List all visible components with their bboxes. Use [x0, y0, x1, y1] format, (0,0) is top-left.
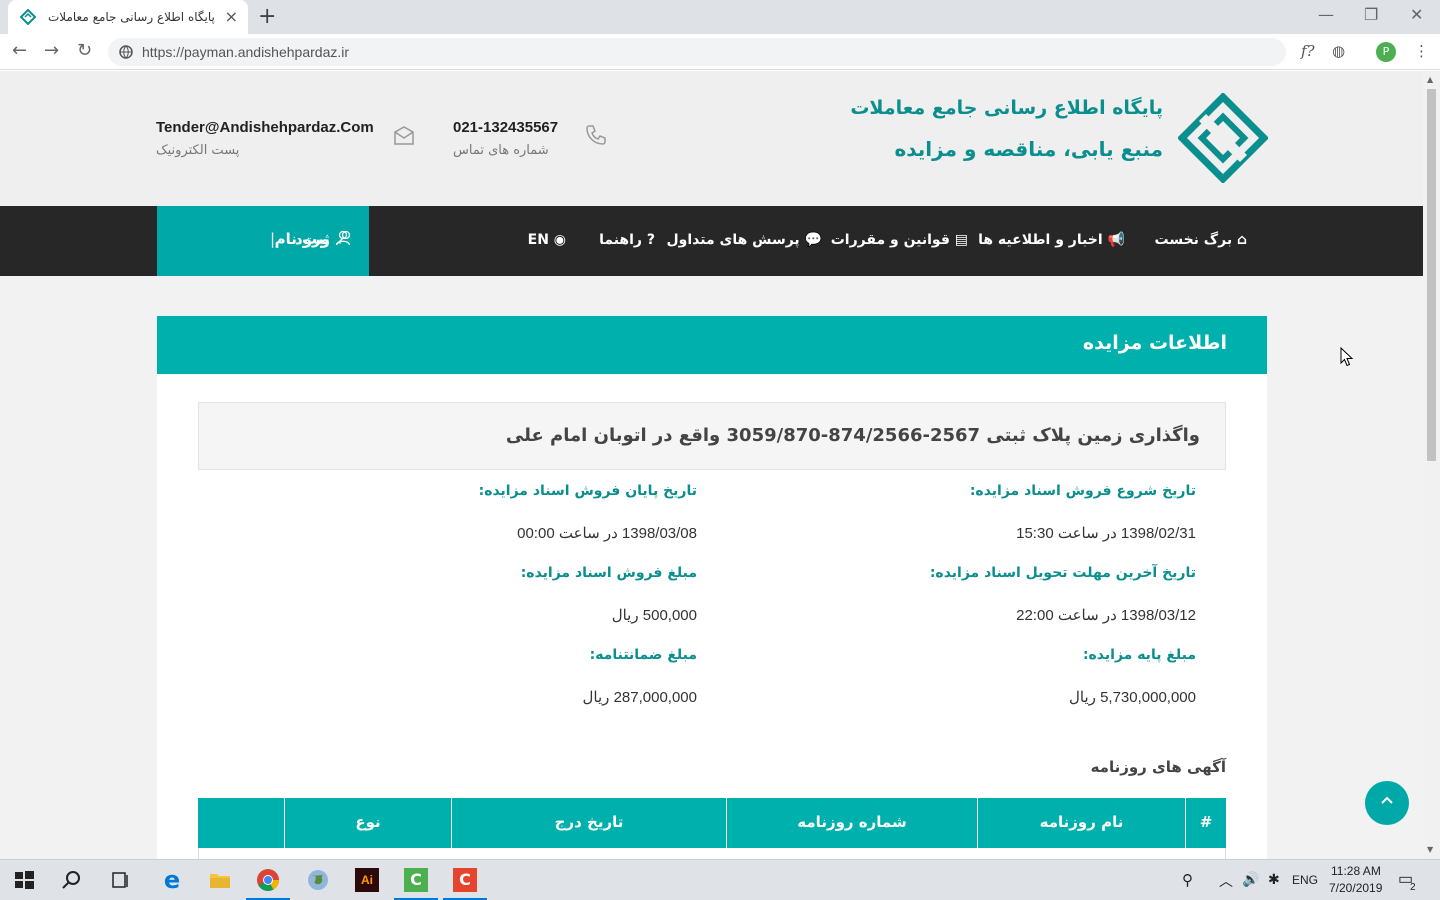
envelope-icon [394, 126, 414, 145]
nav-item-news[interactable]: 📢 اخبار و اطلاعیه ها [978, 232, 1125, 248]
col-header-type: نوع [284, 798, 451, 848]
newspaper-ads-title: آگهی های روزنامه [1090, 758, 1226, 776]
forward-icon[interactable]: → [44, 40, 59, 61]
windows-start-icon[interactable] [12, 868, 36, 892]
profile-avatar[interactable]: P [1376, 42, 1396, 62]
windows-taskbar: e Ai C C ⚲ ︿ 🔊 ✱ ENG 11:28 AM 7/20/2019 … [0, 859, 1440, 900]
base-price-value: 5,730,000,000 ریال [1069, 689, 1196, 706]
font-extension-icon[interactable]: f? [1301, 42, 1315, 60]
end-sale-label: تاریخ پایان فروش اسناد مزایده: [478, 483, 697, 499]
auction-card-header: اطلاعات مزایده [157, 316, 1267, 374]
email-label: پست الکترونیک [156, 143, 240, 158]
col-header-newspaper-name: نام روزنامه [977, 798, 1185, 848]
illustrator-icon[interactable]: Ai [355, 868, 379, 892]
back-icon[interactable]: ← [12, 40, 27, 61]
deadline-value: 1398/03/12 در ساعت 22:00 [1016, 607, 1196, 624]
restore-icon[interactable]: ❐ [1364, 5, 1378, 24]
newspaper-ads-table-header: # نام روزنامه شماره روزنامه تاریخ درج نو… [198, 798, 1226, 848]
phone-label: شماره های تماس [453, 143, 549, 158]
site-logo[interactable] [1178, 93, 1268, 183]
brand-subtitle: منبع یابی، مناقصه و مزایده [894, 137, 1163, 161]
scrollbar-thumb[interactable] [1427, 89, 1436, 461]
start-sale-value: 1398/02/31 در ساعت 15:30 [1016, 525, 1196, 542]
url-text: https://payman.andishehpardaz.ir [142, 44, 350, 60]
chevron-up-icon [1381, 796, 1393, 804]
edge-icon[interactable]: e [160, 868, 184, 892]
globe-extension-icon[interactable]: ◍ [1332, 42, 1345, 60]
notification-count: 2 [1410, 882, 1416, 893]
new-tab-icon[interactable]: + [258, 4, 276, 29]
people-icon[interactable]: ⚲ [1182, 871, 1193, 889]
scroll-to-top-button[interactable] [1365, 781, 1409, 825]
scroll-up-arrow-icon[interactable]: ▲ [1427, 75, 1433, 84]
chrome-icon[interactable] [256, 868, 280, 892]
main-nav: ⌂ برگ نخست 📢 اخبار و اطلاعیه ها ▤ قوانین… [0, 206, 1423, 276]
chevron-up-tray-icon[interactable]: ︿ [1219, 871, 1233, 891]
auction-title: واگذاری زمین پلاک ثبتی 2567-874/2566-305… [505, 425, 1200, 446]
auction-card-body: واگذاری زمین پلاک ثبتی 2567-874/2566-305… [157, 374, 1267, 859]
start-sale-label: تاریخ شروع فروش اسناد مزایده: [969, 483, 1196, 499]
url-field[interactable]: https://payman.andishehpardaz.ir [108, 38, 1286, 66]
doc-price-label: مبلغ فروش اسناد مزایده: [520, 565, 697, 581]
doc-price-value: 500,000 ریال [611, 607, 697, 624]
tab-title: پایگاه اطلاع رسانی جامع معاملات [48, 10, 215, 24]
key-icon [336, 230, 351, 245]
nav-item-rules[interactable]: ▤ قوانین و مقررات [831, 232, 968, 248]
clock-date[interactable]: 7/20/2019 [1329, 881, 1382, 895]
nav-item-home[interactable]: ⌂ برگ نخست [1155, 232, 1248, 248]
login-link[interactable]: ورود [295, 230, 351, 248]
camtasia-green-icon[interactable]: C [404, 868, 428, 892]
globe-app-icon[interactable] [306, 868, 330, 892]
deadline-label: تاریخ آخرین مهلت تحویل اسناد مزایده: [929, 565, 1196, 581]
phone-icon [586, 125, 606, 145]
tab-close-icon[interactable]: × [225, 7, 238, 26]
auth-separator: | [270, 230, 276, 248]
file-explorer-icon[interactable] [208, 868, 232, 892]
browser-tab[interactable]: پایگاه اطلاع رسانی جامع معاملات × [8, 0, 248, 34]
phone-number: 021-132435567 [453, 119, 559, 136]
site-header: پایگاه اطلاع رسانی جامع معاملات منبع یاب… [0, 71, 1423, 206]
auction-title-box: واگذاری زمین پلاک ثبتی 2567-874/2566-305… [198, 402, 1226, 470]
col-header-newspaper-number: شماره روزنامه [726, 798, 977, 848]
end-sale-value: 1398/03/08 در ساعت 00:00 [517, 525, 697, 542]
auth-box: ثبت نام | ورود [157, 206, 369, 276]
search-icon[interactable] [60, 868, 84, 892]
task-view-icon[interactable] [108, 868, 132, 892]
base-price-label: مبلغ پایه مزایده: [1082, 647, 1196, 663]
table-row [198, 848, 1226, 859]
close-window-icon[interactable]: ✕ [1410, 5, 1423, 24]
section-title: اطلاعات مزایده [1082, 332, 1227, 354]
site-info-icon[interactable] [118, 44, 134, 60]
menu-dots-icon[interactable]: ⋮ [1414, 42, 1429, 60]
clock-time[interactable]: 11:28 AM [1331, 864, 1381, 878]
scroll-down-arrow-icon[interactable]: ▼ [1427, 845, 1433, 854]
browser-tab-bar: پایگاه اطلاع رسانی جامع معاملات × + — ❐ … [0, 0, 1440, 34]
page-scrollbar[interactable]: ▲ ▼ [1423, 71, 1440, 859]
nav-item-help[interactable]: ? راهنما [599, 232, 655, 248]
web-page: پایگاه اطلاع رسانی جامع معاملات منبع یاب… [0, 71, 1423, 859]
col-header-actions [198, 798, 284, 848]
nav-item-english[interactable]: ◉ EN [528, 232, 566, 248]
col-header-publish-date: تاریخ درج [451, 798, 726, 848]
guarantee-label: مبلغ ضمانتنامه: [589, 647, 697, 663]
network-icon[interactable]: ✱ [1268, 871, 1280, 888]
reload-icon[interactable]: ↻ [77, 40, 92, 61]
language-indicator[interactable]: ENG [1292, 873, 1318, 887]
email-address[interactable]: Tender@Andishehpardaz.Com [156, 119, 374, 136]
nav-item-faq[interactable]: 💬 پرسش های متداول [667, 232, 823, 248]
volume-icon[interactable]: 🔊 [1242, 871, 1259, 888]
guarantee-value: 287,000,000 ریال [582, 689, 697, 706]
camtasia-recorder-icon[interactable]: C [453, 868, 477, 892]
site-logo-icon [20, 9, 36, 25]
minimize-icon[interactable]: — [1318, 5, 1334, 24]
mouse-cursor-icon [1340, 347, 1354, 367]
address-bar-row: ← → ↻ https://payman.andishehpardaz.ir f… [0, 34, 1440, 70]
col-header-index: # [1185, 798, 1226, 848]
brand-title: پایگاه اطلاع رسانی جامع معاملات [850, 97, 1163, 119]
